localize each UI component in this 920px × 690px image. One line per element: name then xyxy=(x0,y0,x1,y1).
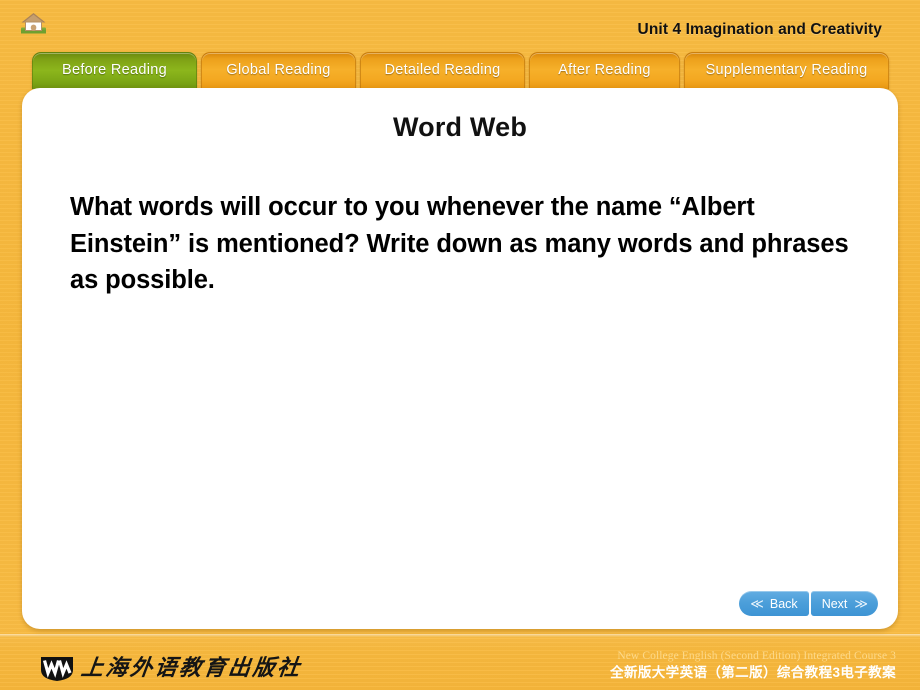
next-button-label: Next xyxy=(821,596,848,611)
home-icon-glyph xyxy=(21,13,46,34)
tab-supplementary-reading[interactable]: Supplementary Reading xyxy=(684,52,889,89)
double-chevron-left-icon: ≪ xyxy=(750,596,764,611)
double-chevron-right-icon: ≫ xyxy=(854,596,868,611)
course-title-en: New College English (Second Edition) Int… xyxy=(617,650,896,662)
tab-detailed-reading[interactable]: Detailed Reading xyxy=(360,52,525,89)
slide-root: Unit 4 Imagination and Creativity Before… xyxy=(0,0,920,690)
content-panel: Word Web What words will occur to you wh… xyxy=(22,88,898,629)
tab-after-reading[interactable]: After Reading xyxy=(529,52,680,89)
course-title-cn: 全新版大学英语（第二版）综合教程3电子教案 xyxy=(610,665,896,680)
tab-label: After Reading xyxy=(558,61,651,78)
instruction-text: What words will occur to you whenever th… xyxy=(70,193,849,294)
tab-before-reading[interactable]: Before Reading xyxy=(32,52,197,89)
tab-label: Supplementary Reading xyxy=(705,61,868,78)
tab-label: Detailed Reading xyxy=(384,61,501,78)
back-button[interactable]: ≪ Back xyxy=(739,591,809,616)
back-button-label: Back xyxy=(769,596,798,611)
home-icon[interactable] xyxy=(20,11,47,35)
course-info: New College English (Second Edition) Int… xyxy=(610,649,896,682)
tab-label: Global Reading xyxy=(226,61,331,78)
tab-global-reading[interactable]: Global Reading xyxy=(201,52,356,89)
header-bar: Unit 4 Imagination and Creativity xyxy=(0,0,920,48)
next-button[interactable]: Next ≫ xyxy=(810,591,878,616)
publisher-branding: 上海外语教育出版社 xyxy=(40,655,304,682)
tab-bar: Before Reading Global Reading Detailed R… xyxy=(0,52,920,90)
footer-bar: 上海外语教育出版社 New College English (Second Ed… xyxy=(0,634,920,690)
w-logo-icon xyxy=(41,657,73,681)
publisher-name: 上海外语教育出版社 xyxy=(79,655,304,680)
tab-label: Before Reading xyxy=(62,61,167,78)
navigation-buttons: ≪ Back Next ≫ xyxy=(739,591,878,616)
section-heading: Word Web xyxy=(392,112,528,142)
page-title: Unit 4 Imagination and Creativity xyxy=(637,21,882,38)
